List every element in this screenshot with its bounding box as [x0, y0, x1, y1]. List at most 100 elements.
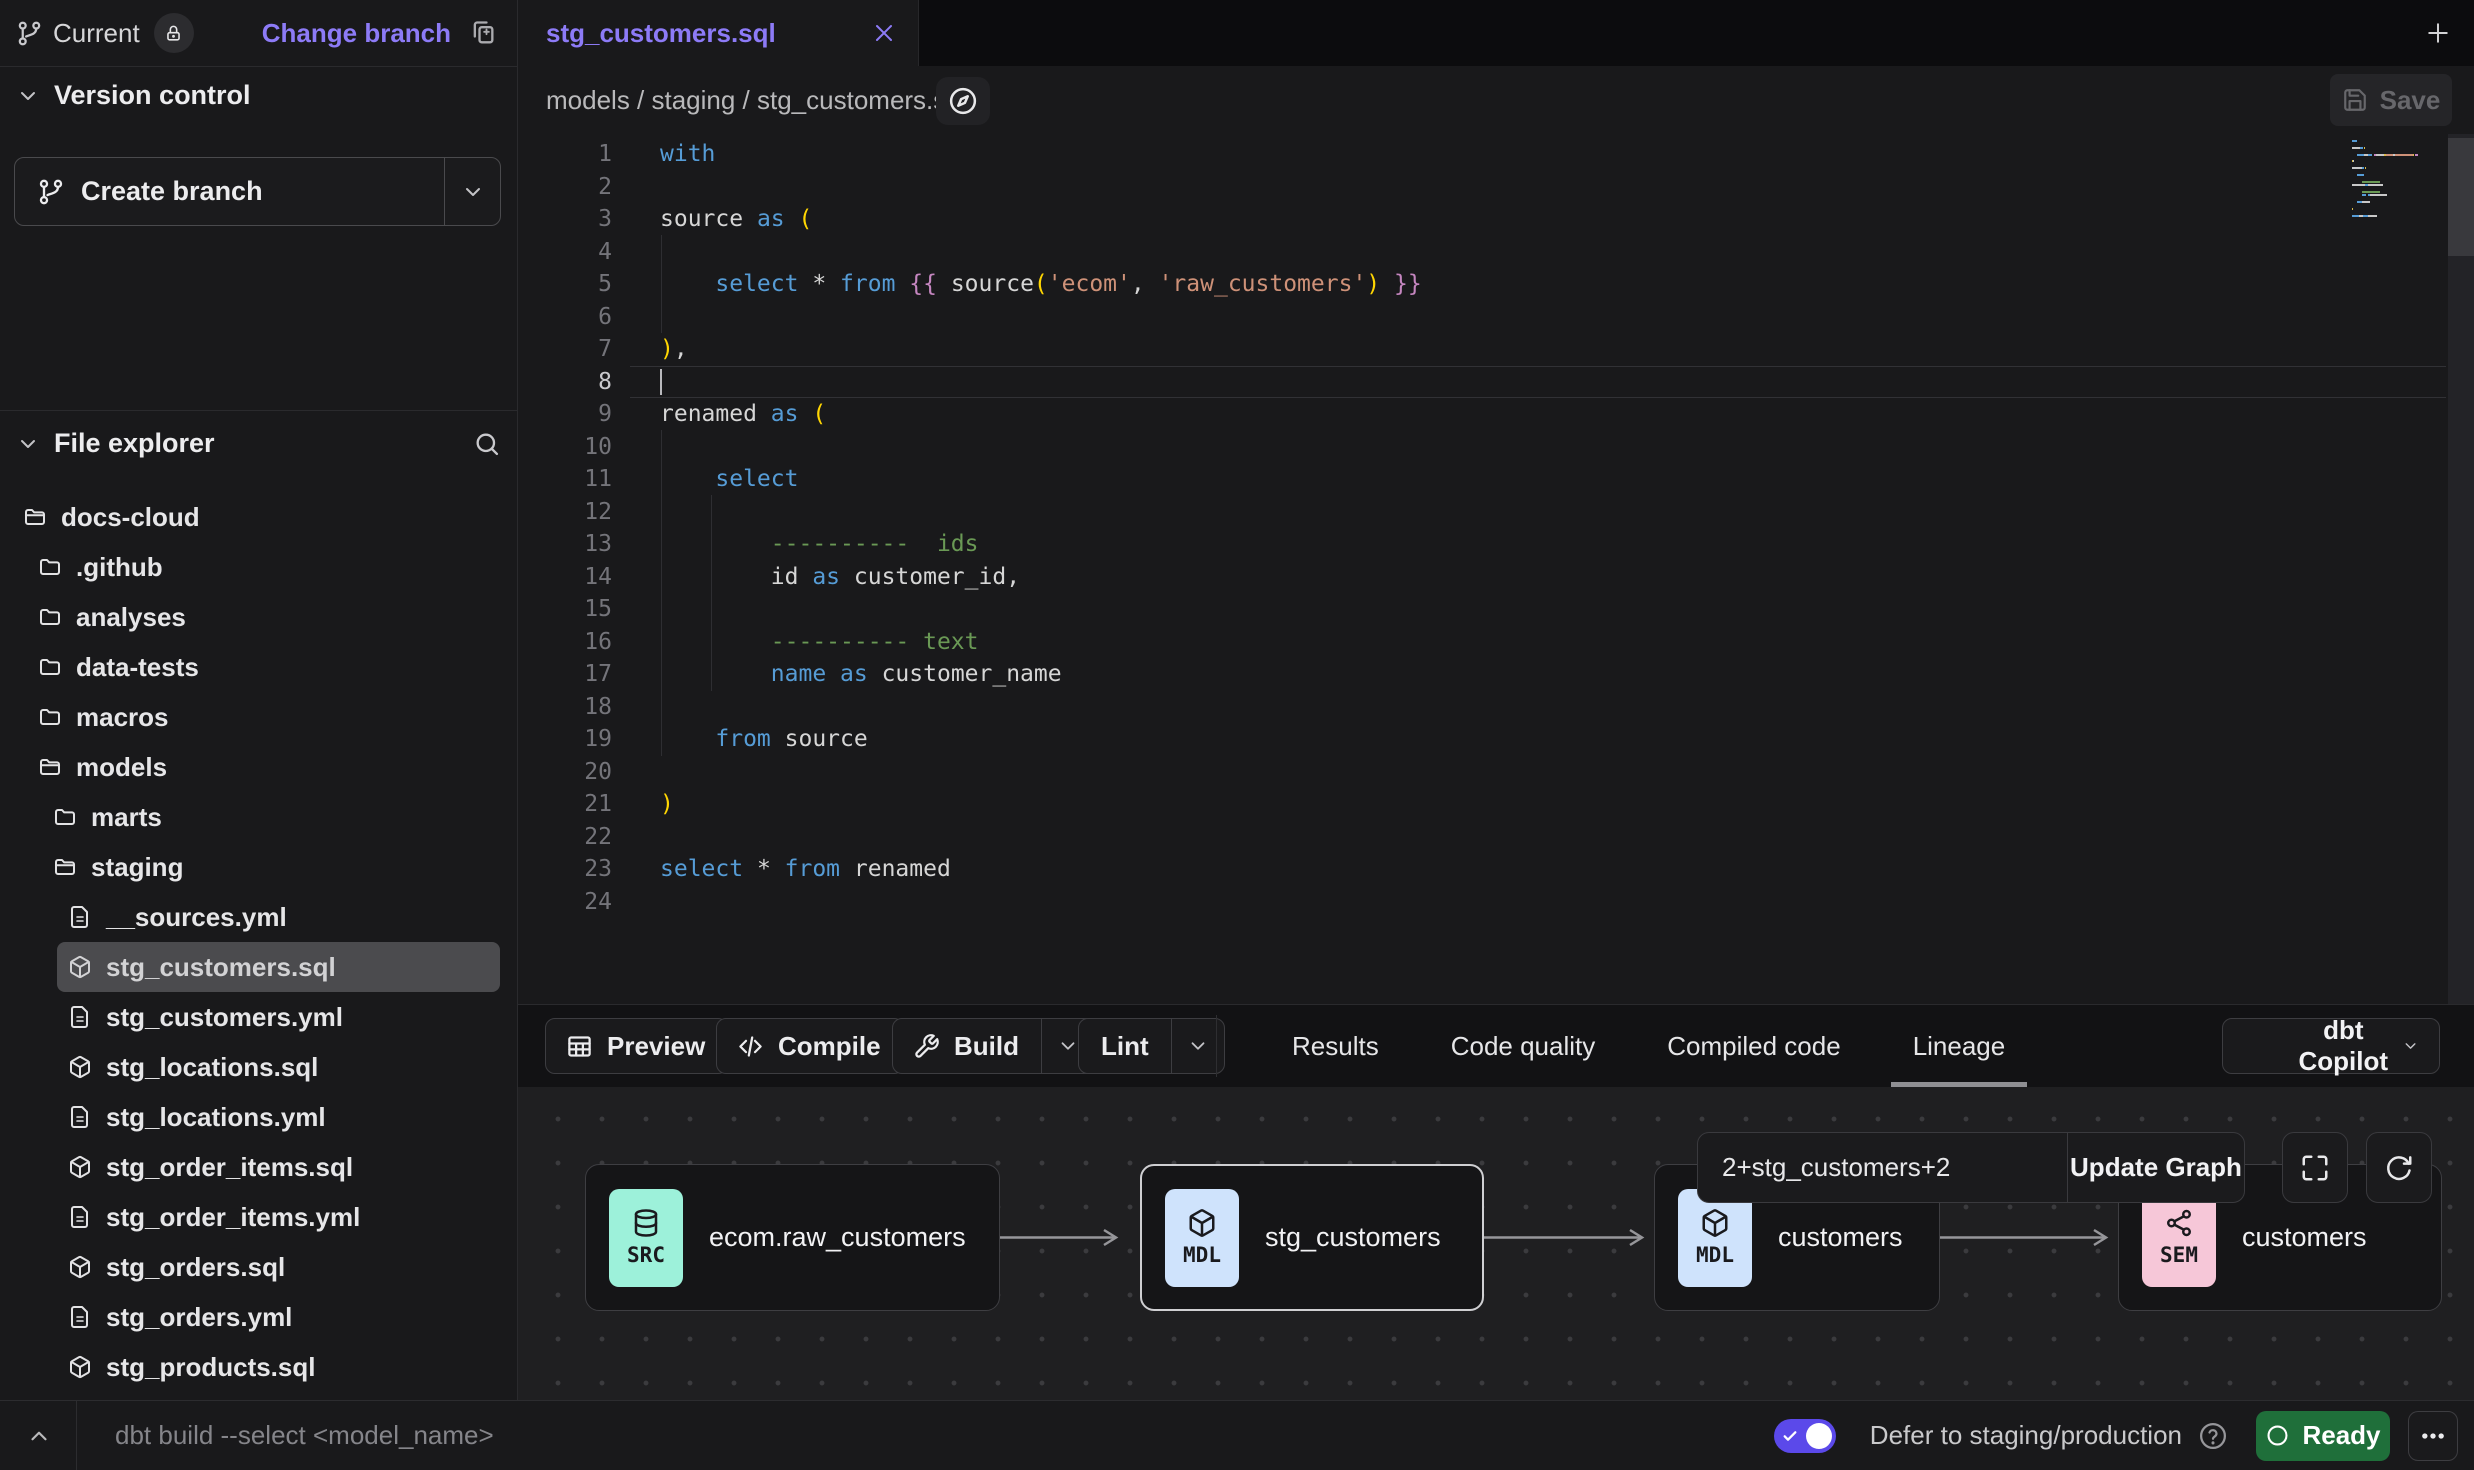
version-control-header[interactable]: Version control — [16, 80, 251, 111]
fullscreen-button[interactable] — [2282, 1132, 2348, 1203]
build-button[interactable]: Build — [892, 1018, 1095, 1074]
minimap[interactable] — [2352, 140, 2448, 230]
save-button[interactable]: Save — [2330, 74, 2452, 126]
file-tree-item[interactable]: stg_order_items.sql — [0, 1142, 516, 1192]
tab-lineage[interactable]: Lineage — [1909, 1005, 2010, 1087]
file-tree-item[interactable]: marts — [0, 792, 516, 842]
file-name: .github — [76, 552, 163, 583]
file-tree-item[interactable]: stg_customers.yml — [0, 992, 516, 1042]
tab-stg-customers-sql[interactable]: stg_customers.sql — [518, 0, 919, 66]
tab-results[interactable]: Results — [1288, 1005, 1383, 1087]
file-tree-item[interactable]: .github — [0, 542, 516, 592]
dbt-copilot-button[interactable]: dbt Copilot — [2222, 1018, 2440, 1074]
ready-label: Ready — [2302, 1420, 2380, 1451]
file-explorer-header[interactable]: File explorer — [16, 428, 501, 459]
scrollbar-thumb[interactable] — [2448, 138, 2474, 256]
code-line[interactable]: 22 — [518, 821, 2474, 854]
file-tree-item[interactable]: analyses — [0, 592, 516, 642]
file-tree-item[interactable]: stg_locations.sql — [0, 1042, 516, 1092]
code-line[interactable]: 1with — [518, 138, 2474, 171]
close-icon[interactable] — [872, 21, 896, 45]
code-line[interactable]: 8 — [518, 366, 2474, 399]
code-line[interactable]: 3source as ( — [518, 203, 2474, 236]
code-line[interactable]: 18 — [518, 691, 2474, 724]
file-tree-item[interactable]: stg_orders.sql — [0, 1242, 516, 1292]
tab-bar: stg_customers.sql — [518, 0, 2474, 66]
code-line[interactable]: 6 — [518, 301, 2474, 334]
line-text: select * from renamed — [612, 853, 951, 886]
lineage-node-stg-customers[interactable]: MDL stg_customers — [1140, 1164, 1484, 1311]
create-branch-button[interactable]: Create branch — [14, 157, 501, 226]
branch-lock-badge — [154, 13, 194, 53]
more-options-button[interactable] — [2408, 1411, 2458, 1461]
code-line[interactable]: 4 — [518, 236, 2474, 269]
lineage-node-source[interactable]: SRC ecom.raw_customers — [585, 1164, 1000, 1311]
file-tree-item[interactable]: data-tests — [0, 642, 516, 692]
line-number: 23 — [518, 853, 612, 886]
code-line[interactable]: 16 ---------- text — [518, 626, 2474, 659]
lineage-selector-input[interactable]: 2+stg_customers+2 — [1698, 1133, 2067, 1202]
cube-icon — [68, 1055, 92, 1079]
ready-status-button[interactable]: Ready — [2256, 1411, 2390, 1461]
node-badge-label: SRC — [627, 1243, 665, 1267]
code-line[interactable]: 12 — [518, 496, 2474, 529]
code-line[interactable]: 11 select — [518, 463, 2474, 496]
code-line[interactable]: 13 ---------- ids — [518, 528, 2474, 561]
git-branch-icon — [37, 178, 65, 206]
code-line[interactable]: 14 id as customer_id, — [518, 561, 2474, 594]
cube-icon — [1187, 1208, 1217, 1238]
code-line[interactable]: 2 — [518, 171, 2474, 204]
lint-button[interactable]: Lint — [1078, 1018, 1225, 1074]
file-name: stg_order_items.yml — [106, 1202, 360, 1233]
defer-toggle[interactable] — [1774, 1419, 1836, 1453]
file-tree-item[interactable]: stg_products.sql — [0, 1342, 516, 1392]
file-tree-item[interactable]: staging — [0, 842, 516, 892]
lineage-selector: 2+stg_customers+2 Update Graph — [1697, 1132, 2245, 1203]
tab-code-quality[interactable]: Code quality — [1447, 1005, 1600, 1087]
code-line[interactable]: 5 select * from {{ source('ecom', 'raw_c… — [518, 268, 2474, 301]
code-line[interactable]: 9renamed as ( — [518, 398, 2474, 431]
file-name: marts — [91, 802, 162, 833]
change-branch-link[interactable]: Change branch — [262, 18, 451, 49]
command-input[interactable]: dbt build --select <model_name> — [115, 1420, 494, 1451]
search-icon[interactable] — [473, 430, 501, 458]
lineage-graph[interactable]: SRC ecom.raw_customers MDL stg_customers… — [518, 1087, 2474, 1400]
refresh-button[interactable] — [2366, 1132, 2432, 1203]
code-line[interactable]: 20 — [518, 756, 2474, 789]
update-graph-button[interactable]: Update Graph — [2068, 1133, 2244, 1202]
wrench-icon — [913, 1033, 940, 1060]
compile-button[interactable]: Compile — [716, 1018, 904, 1074]
file-tree-item[interactable]: stg_locations.yml — [0, 1092, 516, 1142]
code-line[interactable]: 21) — [518, 788, 2474, 821]
file-tree-item[interactable]: stg_customers.sql — [0, 942, 516, 992]
file-tree-item[interactable]: stg_order_items.yml — [0, 1192, 516, 1242]
tab-compiled-code[interactable]: Compiled code — [1663, 1005, 1844, 1087]
create-branch-dropdown[interactable] — [445, 180, 500, 204]
copy-icon[interactable] — [469, 19, 497, 47]
code-line[interactable]: 23select * from renamed — [518, 853, 2474, 886]
database-icon — [631, 1208, 661, 1238]
code-editor[interactable]: 1with23source as (45 select * from {{ so… — [518, 134, 2474, 1004]
line-text: with — [612, 138, 715, 171]
file-tree-item[interactable]: docs-cloud — [0, 492, 516, 542]
code-line[interactable]: 24 — [518, 886, 2474, 919]
new-tab-button[interactable] — [2424, 19, 2452, 47]
code-line[interactable]: 17 name as customer_name — [518, 658, 2474, 691]
file-tree-item[interactable]: macros — [0, 692, 516, 742]
file-name: stg_orders.sql — [106, 1252, 285, 1283]
editor-scrollbar[interactable] — [2448, 134, 2474, 1004]
file-tree-item[interactable]: stg_orders.yml — [0, 1292, 516, 1342]
code-line[interactable]: 19 from source — [518, 723, 2474, 756]
line-text: ) — [612, 788, 674, 821]
line-text: from source — [612, 723, 868, 756]
code-line[interactable]: 7), — [518, 333, 2474, 366]
folder-icon — [38, 605, 62, 629]
code-line[interactable]: 15 — [518, 593, 2474, 626]
copilot-compass-button[interactable] — [936, 77, 990, 125]
code-line[interactable]: 10 — [518, 431, 2474, 464]
preview-button[interactable]: Preview — [545, 1018, 728, 1074]
file-tree-item[interactable]: models — [0, 742, 516, 792]
help-icon[interactable] — [2198, 1421, 2228, 1451]
file-tree-item[interactable]: __sources.yml — [0, 892, 516, 942]
chevron-up-icon[interactable] — [26, 1423, 52, 1449]
